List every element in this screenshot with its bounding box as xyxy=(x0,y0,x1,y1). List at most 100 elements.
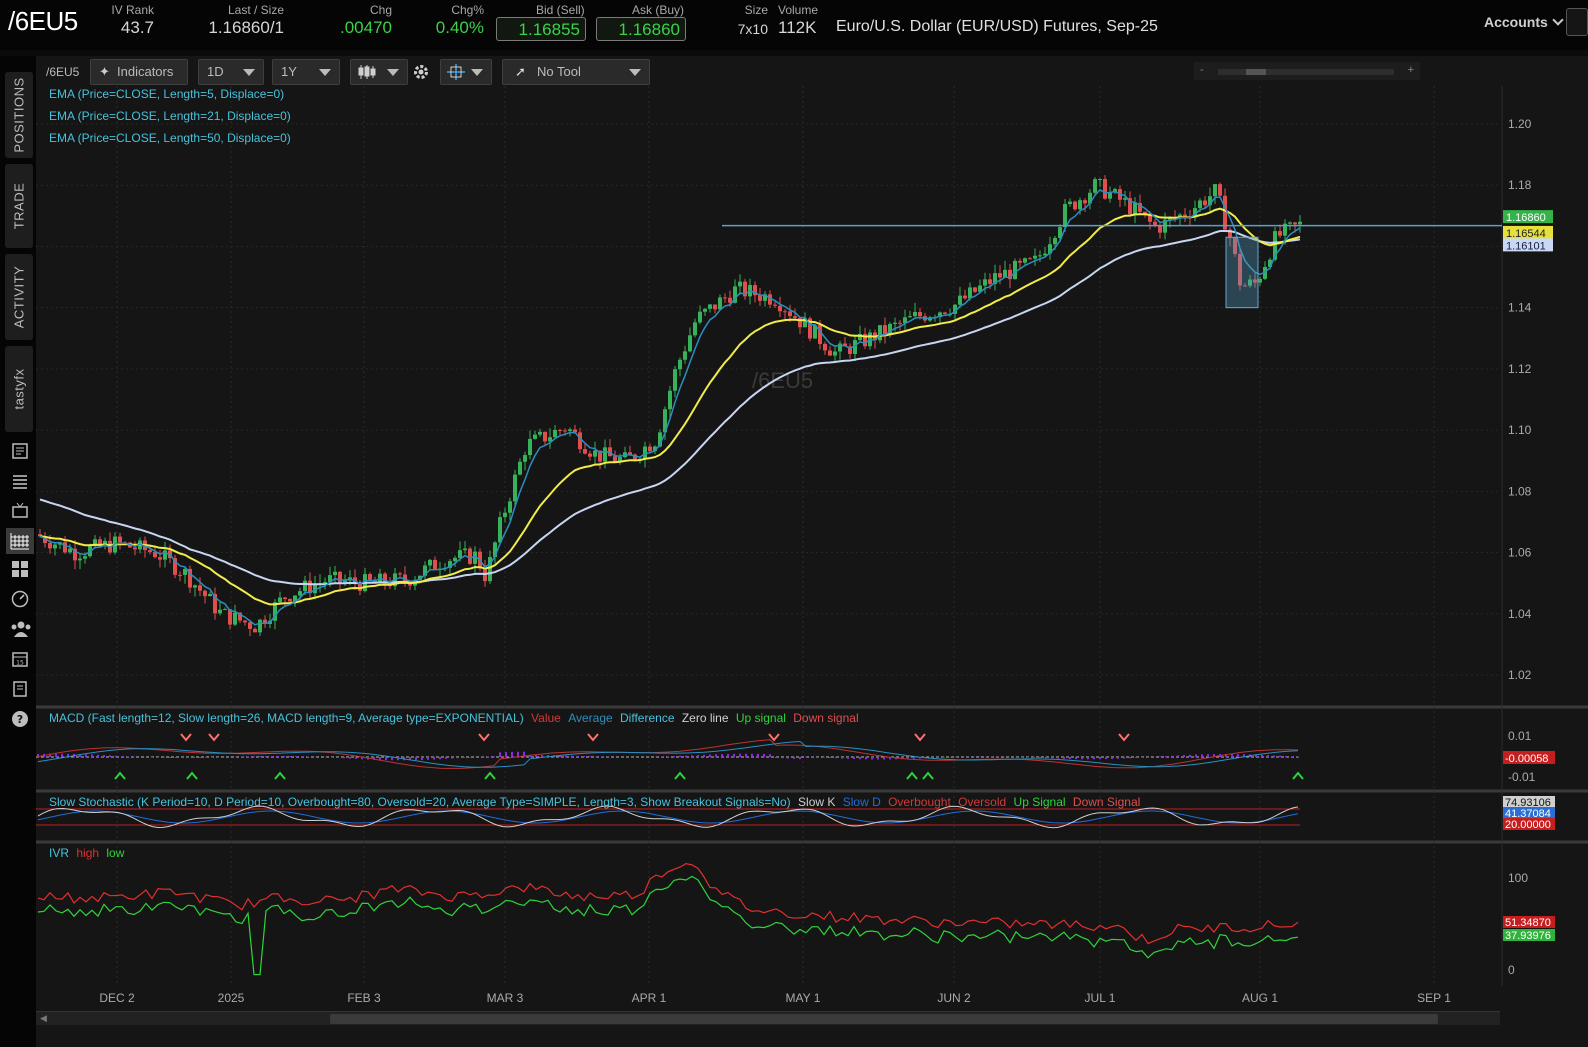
news-icon[interactable] xyxy=(10,442,30,462)
zoom-in-icon[interactable]: + xyxy=(1408,64,1414,76)
ema50-study-label[interactable]: EMA (Price=CLOSE, Length=50, Displace=0) xyxy=(49,131,291,145)
collapse-button[interactable] xyxy=(1566,8,1588,36)
gear-icon[interactable] xyxy=(412,63,430,86)
macd-legend-up-signal: Up signal xyxy=(735,711,786,725)
candle-body xyxy=(668,390,672,410)
candle-body xyxy=(673,369,677,391)
interval-select[interactable]: 1D xyxy=(198,59,264,85)
ivr-last-tag-text: 37.93976 xyxy=(1505,930,1551,942)
candle-body xyxy=(708,304,712,309)
help-icon[interactable]: ? xyxy=(10,710,30,730)
chart-canvas[interactable]: DEC 2 2025 FEB 3 MAR 3 APR 1 MAY 1 JUN 2 JUL 1 A… xyxy=(36,56,1588,1047)
calendar-icon[interactable]: 15 xyxy=(10,650,30,670)
y-tick-label: 1.06 xyxy=(1508,546,1532,560)
y-tick-label: 1.02 xyxy=(1508,668,1532,682)
ask-button[interactable]: 1.16860 xyxy=(596,17,686,41)
ivr-study-title[interactable]: IVR high low xyxy=(49,846,124,860)
macd-down-signal xyxy=(1118,733,1130,742)
ask-label: Ask (Buy) xyxy=(632,3,685,17)
x-tick-label: DEC 2 xyxy=(99,991,135,1005)
quote-bar: /6EU5 IV Rank 43.7 Last / Size 1.16860/1… xyxy=(0,0,1588,50)
list-icon[interactable] xyxy=(10,472,30,492)
zoom-slider[interactable]: - + xyxy=(1194,62,1420,80)
svg-text:15: 15 xyxy=(16,660,24,667)
candle-body xyxy=(648,446,652,452)
tv-icon[interactable] xyxy=(10,502,30,522)
indicators-button[interactable]: ✦ Indicators xyxy=(90,59,188,85)
candle-body xyxy=(503,512,507,518)
symbol-text: /6EU5 xyxy=(8,6,78,36)
last-price-tag-text: 1.16544 xyxy=(1506,228,1546,240)
tab-tastyfx[interactable]: tastyfx xyxy=(5,346,33,432)
candle-body xyxy=(533,434,537,439)
zoom-track[interactable] xyxy=(1218,69,1394,75)
time-scrollbar[interactable]: ◀ xyxy=(36,1011,1500,1025)
chart-icon[interactable] xyxy=(6,528,34,554)
candle-body xyxy=(303,580,307,592)
candle-body xyxy=(558,430,562,432)
scrollbar-thumb[interactable] xyxy=(330,1014,1438,1024)
ema5-study-label[interactable]: EMA (Price=CLOSE, Length=5, Displace=0) xyxy=(49,87,284,101)
chevron-down-icon xyxy=(629,69,641,76)
macd-down-signal xyxy=(914,733,926,742)
range-value: 1Y xyxy=(281,64,297,79)
candle-body xyxy=(498,517,502,543)
candle-body xyxy=(578,432,582,450)
candle-body xyxy=(148,550,152,553)
candle-body xyxy=(203,590,207,597)
macd-legend-down-signal: Down signal xyxy=(793,711,859,725)
community-icon[interactable] xyxy=(10,620,31,640)
range-select[interactable]: 1Y xyxy=(272,59,340,85)
zoom-thumb[interactable] xyxy=(1246,69,1266,75)
candle-body xyxy=(53,544,57,549)
candlestick-icon xyxy=(358,65,376,79)
stochastic-title: Slow Stochastic (K Period=10, D Period=1… xyxy=(49,795,791,809)
candle-body xyxy=(1093,179,1097,193)
change-percent: Chg% 0.40% xyxy=(420,3,484,38)
bid-button[interactable]: 1.16855 xyxy=(496,17,586,41)
ivr-y-tick: 100 xyxy=(1508,871,1528,885)
ivr-legend-low: low xyxy=(106,846,125,860)
candle-body xyxy=(688,335,692,352)
ema21-study-label[interactable]: EMA (Price=CLOSE, Length=21, Displace=0) xyxy=(49,109,291,123)
macd-study-title[interactable]: MACD (Fast length=12, Slow length=26, MA… xyxy=(49,711,859,725)
tool-select[interactable]: ➚ No Tool xyxy=(502,59,650,85)
x-tick-label: FEB 3 xyxy=(347,991,381,1005)
chevron-down-icon xyxy=(243,69,255,76)
candle-body xyxy=(818,325,822,344)
tab-positions[interactable]: POSITIONS xyxy=(5,72,33,158)
zoom-out-icon[interactable]: - xyxy=(1200,64,1204,76)
ivr-y-tick: 0 xyxy=(1508,963,1515,977)
candle-body xyxy=(523,455,527,462)
x-tick-label: JUN 2 xyxy=(937,991,971,1005)
accounts-menu[interactable]: Accounts xyxy=(1484,14,1564,30)
candle-body xyxy=(463,548,467,551)
candle-body xyxy=(283,597,287,600)
candle-body xyxy=(1198,200,1202,209)
grid-icon[interactable] xyxy=(10,560,30,580)
candle-body xyxy=(1063,204,1067,228)
symbol-title[interactable]: /6EU5 xyxy=(8,6,78,37)
candle-body xyxy=(278,597,282,603)
scroll-left-icon[interactable]: ◀ xyxy=(40,1013,47,1024)
candle-body xyxy=(253,628,257,633)
tool-value: No Tool xyxy=(537,64,581,79)
document-icon[interactable] xyxy=(10,680,30,700)
interval-value: 1D xyxy=(207,64,224,79)
dashboard-icon[interactable] xyxy=(10,590,30,610)
candle-body xyxy=(248,622,252,629)
tab-activity[interactable]: ACTIVITY xyxy=(5,254,33,340)
x-tick-label: AUG 1 xyxy=(1242,991,1278,1005)
change: Chg .00470 xyxy=(320,3,392,38)
drawing-tools-select[interactable] xyxy=(440,59,492,85)
tab-trade[interactable]: TRADE xyxy=(5,164,33,248)
candle-body xyxy=(508,501,512,513)
bid-label: Bid (Sell) xyxy=(536,3,585,17)
stoch-legend-slow-d: Slow D xyxy=(842,795,881,809)
candle-body xyxy=(223,609,227,611)
candle-body xyxy=(458,550,462,558)
candle-body xyxy=(943,312,947,314)
chart-type-select[interactable] xyxy=(350,59,408,85)
candle-body xyxy=(718,297,722,310)
stochastic-study-title[interactable]: Slow Stochastic (K Period=10, D Period=1… xyxy=(49,795,1140,809)
